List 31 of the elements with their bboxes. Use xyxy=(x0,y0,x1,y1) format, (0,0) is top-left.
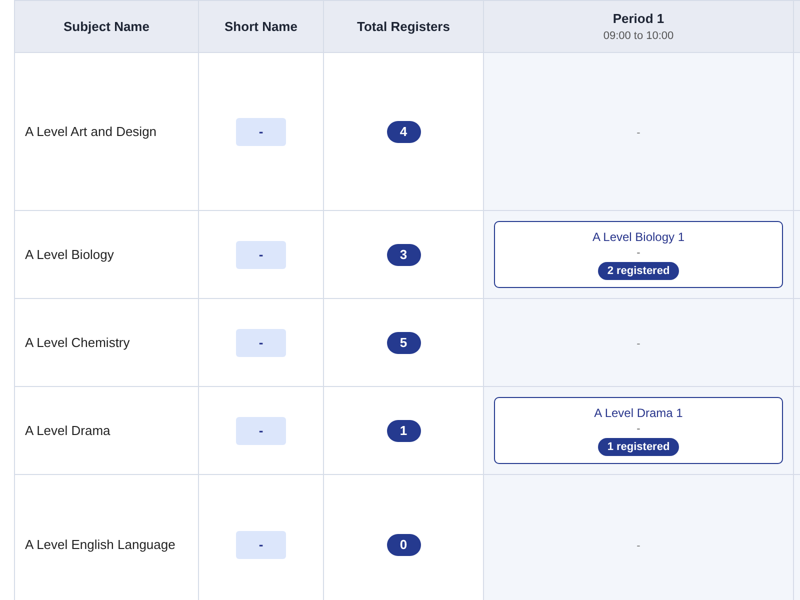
register-count-badge: 5 xyxy=(386,332,420,354)
register-count-badge: 1 xyxy=(386,420,420,442)
column-header: Subject Name xyxy=(14,0,198,52)
class-card[interactable]: A Level Biology 1 - 2 registered xyxy=(494,220,783,288)
register-count-badge: 3 xyxy=(386,244,420,266)
registered-badge: 2 registered xyxy=(598,262,679,280)
empty-slot-text: - xyxy=(636,338,640,350)
column-header: Period 1 xyxy=(612,10,666,28)
short-name-badge: - xyxy=(236,240,286,268)
column-header: Short Name xyxy=(198,0,324,52)
class-title: A Level Biology 1 xyxy=(591,228,686,246)
column-header: Total Registers xyxy=(324,0,484,52)
register-count-badge: 4 xyxy=(386,120,420,142)
subject-name: A Level Chemistry xyxy=(25,334,130,350)
short-name-badge: - xyxy=(236,118,286,146)
short-name-badge: - xyxy=(236,328,286,356)
short-name-badge: - xyxy=(236,530,286,558)
empty-slot-text: - xyxy=(636,540,640,552)
subject-name: A Level English Language xyxy=(25,536,176,552)
class-card[interactable]: A Level Drama 1 - 1 registered xyxy=(494,396,783,464)
subject-name: A Level Biology xyxy=(25,246,114,262)
register-count-badge: 0 xyxy=(386,534,420,556)
short-name-badge: - xyxy=(236,416,286,444)
subject-name: A Level Art and Design xyxy=(25,124,157,139)
empty-slot-text: - xyxy=(636,126,640,139)
class-title: A Level Drama 1 xyxy=(593,404,684,422)
period-time: 09:00 to 10:00 xyxy=(602,29,675,44)
class-detail: - xyxy=(636,422,642,436)
class-detail: - xyxy=(636,246,642,260)
registered-badge: 1 registered xyxy=(598,438,679,456)
subject-name: A Level Drama xyxy=(25,422,110,438)
